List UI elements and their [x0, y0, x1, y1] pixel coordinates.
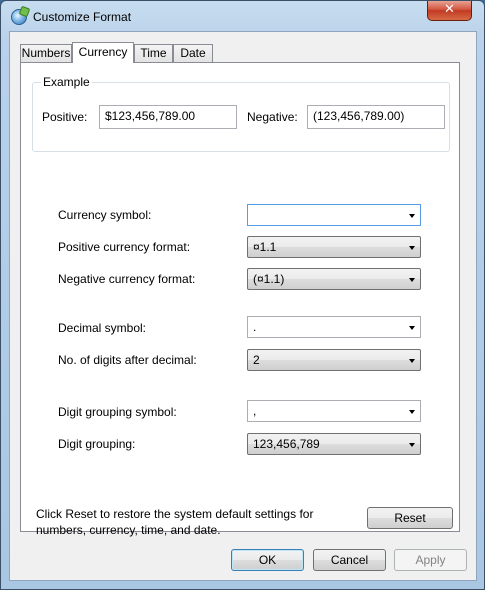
digit-grouping-label: Digit grouping:	[58, 437, 136, 451]
chevron-down-icon[interactable]	[409, 410, 415, 414]
currency-symbol-label: Currency symbol:	[58, 208, 152, 222]
apply-button[interactable]: Apply	[394, 549, 467, 571]
digits-after-decimal-value: 2	[253, 353, 260, 367]
currency-symbol-combo[interactable]	[247, 204, 421, 226]
chevron-down-icon	[409, 278, 415, 282]
dialog-client-area: Numbers Currency Time Date Example Posit…	[9, 31, 477, 581]
decimal-symbol-value: .	[253, 320, 257, 334]
positive-format-value: ¤1.1	[253, 240, 277, 254]
negative-example-label: Negative:	[247, 110, 298, 124]
chevron-down-icon	[409, 359, 415, 363]
digit-grouping-value: 123,456,789	[253, 437, 320, 451]
tab-date[interactable]: Date	[173, 44, 213, 62]
positive-example-label: Positive:	[42, 110, 88, 124]
chevron-down-icon	[409, 246, 415, 250]
tab-time[interactable]: Time	[134, 44, 173, 62]
chevron-down-icon	[409, 443, 415, 447]
close-button[interactable]: ✕	[427, 1, 472, 21]
reset-note: Click Reset to restore the system defaul…	[36, 507, 314, 537]
digit-grouping-select[interactable]: 123,456,789	[247, 433, 421, 455]
chevron-down-icon[interactable]	[409, 326, 415, 330]
digits-after-decimal-label: No. of digits after decimal:	[58, 353, 197, 367]
negative-format-select[interactable]: (¤1.1)	[247, 268, 421, 290]
decimal-symbol-label: Decimal symbol:	[58, 321, 147, 335]
example-group: Example Positive: $123,456,789.00 Negati…	[32, 75, 450, 152]
cancel-button[interactable]: Cancel	[313, 549, 386, 571]
ok-button[interactable]: OK	[231, 549, 304, 571]
positive-format-label: Positive currency format:	[58, 240, 191, 254]
tab-numbers[interactable]: Numbers	[20, 44, 72, 62]
digit-grouping-symbol-label: Digit grouping symbol:	[58, 405, 177, 419]
negative-format-label: Negative currency format:	[58, 272, 196, 286]
title-bar[interactable]: Customize Format ✕	[1, 1, 484, 31]
positive-format-select[interactable]: ¤1.1	[247, 236, 421, 258]
customize-format-window: Customize Format ✕ Numbers Currency Time…	[0, 0, 485, 590]
negative-example-value: (123,456,789.00)	[307, 105, 445, 129]
currency-tab-panel: Example Positive: $123,456,789.00 Negati…	[20, 62, 460, 532]
example-legend: Example	[41, 75, 92, 89]
digits-after-decimal-select[interactable]: 2	[247, 349, 421, 371]
negative-format-value: (¤1.1)	[253, 272, 285, 286]
digit-grouping-symbol-value: ,	[253, 404, 257, 418]
decimal-symbol-combo[interactable]: .	[247, 316, 421, 338]
chevron-down-icon[interactable]	[409, 214, 415, 218]
reset-button[interactable]: Reset	[367, 507, 453, 529]
digit-grouping-symbol-combo[interactable]: ,	[247, 400, 421, 422]
positive-example-value: $123,456,789.00	[99, 105, 237, 129]
globe-icon	[11, 9, 27, 25]
tab-currency[interactable]: Currency	[72, 42, 134, 63]
window-title: Customize Format	[33, 10, 132, 24]
